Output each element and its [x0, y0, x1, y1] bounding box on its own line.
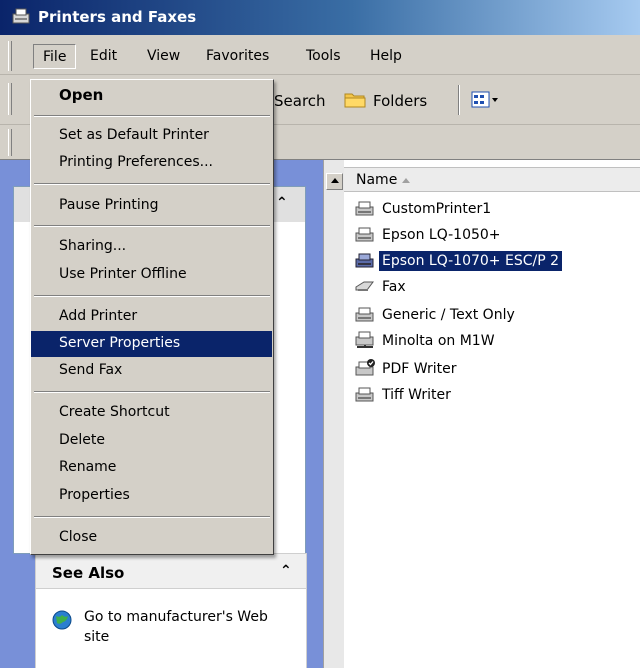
printer-name: Epson LQ-1070+ ESC/P 2: [379, 251, 563, 271]
menu-favorites[interactable]: Favorites: [206, 48, 269, 64]
printer-list-view: Name CustomPrinter1 Epson LQ-1050+ Epson…: [344, 160, 640, 668]
list-item[interactable]: PDF Writer: [354, 356, 459, 382]
menu-separator: [34, 391, 270, 393]
menu-separator: [34, 115, 270, 117]
globe-icon: [52, 610, 72, 634]
addressbar-grip[interactable]: [8, 129, 12, 156]
toolbar-grip[interactable]: [8, 83, 12, 115]
printer-name: Tiff Writer: [382, 387, 451, 403]
printer-icon: [354, 385, 376, 405]
see-also-panel: Go to manufacturer's Web site: [35, 589, 307, 668]
menu-item-set-default-printer[interactable]: Set as Default Printer: [31, 123, 272, 149]
menu-item-close[interactable]: Close: [31, 525, 272, 551]
list-item[interactable]: CustomPrinter1: [354, 196, 494, 222]
sort-ascending-icon: [402, 178, 410, 183]
see-also-title: See Also: [52, 564, 125, 582]
menu-help[interactable]: Help: [370, 48, 402, 64]
network-printer-icon: [354, 331, 376, 351]
menu-item-properties[interactable]: Properties: [31, 483, 272, 509]
printers-folder-icon: [12, 8, 32, 30]
printer-icon: [354, 305, 376, 325]
menu-item-send-fax[interactable]: Send Fax: [31, 358, 272, 384]
list-item[interactable]: Tiff Writer: [354, 382, 454, 408]
column-header-name[interactable]: Name: [344, 167, 640, 192]
printer-icon: [354, 225, 376, 245]
printer-name: Fax: [382, 279, 406, 295]
manufacturer-website-link[interactable]: Go to manufacturer's Web site: [84, 607, 284, 647]
printer-name: Minolta on M1W: [382, 333, 495, 349]
menu-item-add-printer[interactable]: Add Printer: [31, 304, 272, 330]
list-item[interactable]: Fax: [354, 274, 409, 300]
list-item[interactable]: Minolta on M1W: [354, 328, 498, 354]
menu-separator: [34, 516, 270, 518]
menubar-grip[interactable]: [8, 41, 12, 71]
menu-item-rename[interactable]: Rename: [31, 455, 272, 481]
menu-item-server-properties[interactable]: Server Properties: [31, 331, 272, 357]
fax-icon: [354, 277, 376, 297]
menu-edit[interactable]: Edit: [90, 48, 117, 64]
list-item[interactable]: Generic / Text Only: [354, 302, 518, 328]
menu-file[interactable]: File: [33, 44, 77, 69]
printer-icon: [354, 251, 376, 271]
menu-tools[interactable]: Tools: [306, 48, 341, 64]
menu-view[interactable]: View: [147, 48, 180, 64]
printer-name: PDF Writer: [382, 361, 457, 377]
menu-separator: [34, 225, 270, 227]
menu-separator: [34, 183, 270, 185]
vertical-scrollbar[interactable]: [323, 160, 344, 668]
menu-item-delete[interactable]: Delete: [31, 428, 272, 454]
menu-bar: File Edit View Favorites Tools Help: [0, 35, 640, 75]
collapse-chevron-icon[interactable]: ⌃: [280, 563, 292, 579]
scroll-up-button[interactable]: [326, 173, 343, 190]
menu-item-open[interactable]: Open: [31, 82, 272, 108]
menu-item-use-printer-offline[interactable]: Use Printer Offline: [31, 262, 272, 288]
title-bar: Printers and Faxes: [0, 0, 640, 35]
printer-name: CustomPrinter1: [382, 201, 492, 217]
see-also-header[interactable]: See Also ⌃: [35, 553, 307, 589]
column-name-label: Name: [356, 172, 398, 188]
search-button[interactable]: Search: [274, 92, 326, 110]
file-menu-dropdown: Open Set as Default Printer Printing Pre…: [30, 79, 274, 555]
menu-item-sharing[interactable]: Sharing...: [31, 234, 272, 260]
menu-separator: [34, 295, 270, 297]
toolbar-separator: [458, 85, 460, 115]
window-title: Printers and Faxes: [38, 8, 197, 26]
folders-icon[interactable]: [344, 89, 366, 113]
default-printer-icon: [354, 359, 376, 379]
views-icon[interactable]: [471, 90, 501, 114]
printer-name: Epson LQ-1050+: [382, 227, 501, 243]
collapse-chevron-icon[interactable]: ⌃: [276, 195, 288, 211]
printer-icon: [354, 199, 376, 219]
printer-name: Generic / Text Only: [382, 307, 515, 323]
list-item-selected[interactable]: Epson LQ-1070+ ESC/P 2: [354, 248, 563, 274]
menu-item-pause-printing[interactable]: Pause Printing: [31, 193, 272, 219]
menu-item-create-shortcut[interactable]: Create Shortcut: [31, 400, 272, 426]
menu-item-printing-preferences[interactable]: Printing Preferences...: [31, 150, 272, 176]
list-item[interactable]: Epson LQ-1050+: [354, 222, 504, 248]
folders-button[interactable]: Folders: [373, 92, 427, 110]
